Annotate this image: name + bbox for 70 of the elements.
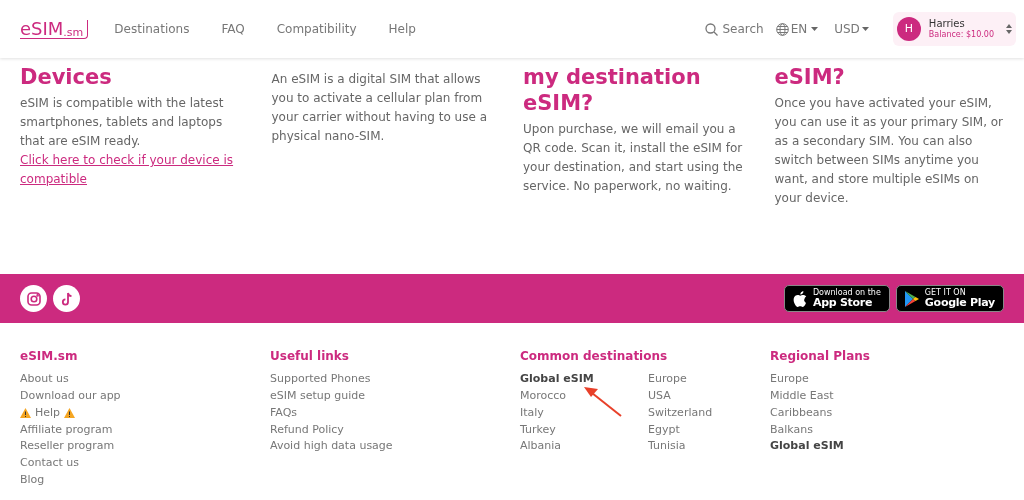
language-select[interactable]: EN — [775, 20, 819, 38]
instagram-icon — [25, 290, 42, 307]
play-icon — [904, 290, 919, 307]
user-name: Harries — [928, 17, 966, 30]
badge-caption: GET IT ON — [924, 289, 967, 297]
footer-link[interactable]: Egypt — [648, 421, 680, 439]
footer-link[interactable]: Supported Phones — [270, 371, 371, 388]
nav-link[interactable]: FAQ — [221, 20, 245, 38]
warning-icon — [64, 408, 76, 418]
account-menu[interactable]: H Harries Balance: $10.00 — [892, 12, 1016, 46]
search-icon — [705, 22, 719, 36]
social-link[interactable] — [20, 285, 47, 312]
footer-link[interactable]: Help — [35, 404, 61, 422]
apple-icon — [792, 290, 807, 307]
footer-heading: Useful links — [270, 348, 350, 365]
footer-link[interactable]: Tunisia — [648, 438, 686, 455]
feature-text: An eSIM is a digital SIM that allows you to activate a cellular plan from your carrier without having to use a physical nano-SIM. — [271, 71, 488, 145]
footer-link[interactable]: Switzerland — [648, 404, 713, 422]
feature-heading: Devices — [20, 64, 113, 90]
device-check-link[interactable]: Click here to check if your device is compatible — [20, 151, 250, 189]
badge-caption: Download on the — [812, 289, 881, 297]
footer-link[interactable]: Middle East — [770, 387, 834, 405]
footer-link[interactable]: Caribbeans — [770, 404, 833, 422]
footer-link[interactable]: Europe — [770, 371, 809, 388]
badge-title: App Store — [812, 297, 874, 308]
footer-link[interactable]: Turkey — [520, 421, 556, 439]
footer-link[interactable]: Blog — [20, 471, 45, 489]
footer-link[interactable]: Balkans — [770, 421, 813, 439]
footer-link[interactable]: Global eSIM — [770, 438, 844, 455]
warning-icon — [20, 408, 31, 418]
footer-heading: Common destinations — [520, 348, 669, 365]
footer-link[interactable]: Global eSIM — [520, 371, 594, 388]
feature-text: Once you have activated your eSIM, you can use it as your primary SIM, or as a secondary SIM. You can also switch between SIMs anytime you want, and store multiple eSIMs on your device. — [774, 95, 1004, 207]
feature-heading: eSIM? — [774, 64, 846, 90]
footer-link[interactable]: Refund Policy — [270, 421, 344, 439]
nav-link[interactable]: Compatibility — [276, 20, 357, 38]
sort-icon — [1006, 24, 1012, 34]
feature-heading: my destination eSIM? — [523, 64, 702, 116]
footer-link[interactable]: Italy — [520, 404, 544, 422]
footer-link[interactable]: USA — [648, 387, 671, 405]
currency-select[interactable]: USD — [834, 20, 869, 38]
store-badge[interactable]: GET IT ON Google Play — [895, 285, 1004, 312]
footer-link[interactable]: Affiliate program — [20, 421, 113, 439]
globe-icon — [775, 22, 789, 36]
footer-link[interactable]: About us — [20, 371, 69, 388]
footer-link[interactable]: Albania — [520, 438, 562, 455]
footer-heading: Regional Plans — [770, 348, 871, 365]
feature-text: eSIM is compatible with the latest smartphones, tablets and laptops that are eSIM ready. — [20, 95, 225, 150]
nav-link[interactable]: Destinations — [114, 20, 190, 38]
search-link[interactable]: Search — [705, 20, 764, 38]
footer-link[interactable]: Reseller program — [20, 438, 115, 455]
footer-link[interactable]: Contact us — [20, 455, 79, 472]
footer-link[interactable]: Download our app — [20, 387, 121, 405]
footer-link[interactable]: FAQs — [270, 404, 298, 422]
feature-text: Upon purchase, we will email you a QR code. Scan it, install the eSIM for your destination, and start using the service. No paperwork, no waiting. — [523, 121, 744, 195]
caret-icon — [811, 27, 819, 31]
footer-heading: eSIM.sm — [20, 348, 79, 365]
avatar: H — [896, 17, 921, 41]
footer-link[interactable]: Avoid high data usage — [270, 438, 393, 455]
nav-link[interactable]: Help — [388, 20, 416, 38]
badge-title: Google Play — [924, 297, 995, 308]
footer-link[interactable]: eSIM setup guide — [270, 387, 365, 405]
caret-icon — [861, 27, 869, 31]
footer-link[interactable]: Morocco — [520, 387, 567, 405]
social-link[interactable] — [53, 285, 80, 312]
store-badge[interactable]: Download on the App Store — [783, 285, 890, 312]
footer-link[interactable]: Europe — [648, 371, 687, 388]
balance-text: Balance: $10.00 — [928, 30, 994, 41]
logo[interactable]: eSIM.sm — [20, 19, 89, 39]
arrow-annotation — [584, 387, 622, 417]
